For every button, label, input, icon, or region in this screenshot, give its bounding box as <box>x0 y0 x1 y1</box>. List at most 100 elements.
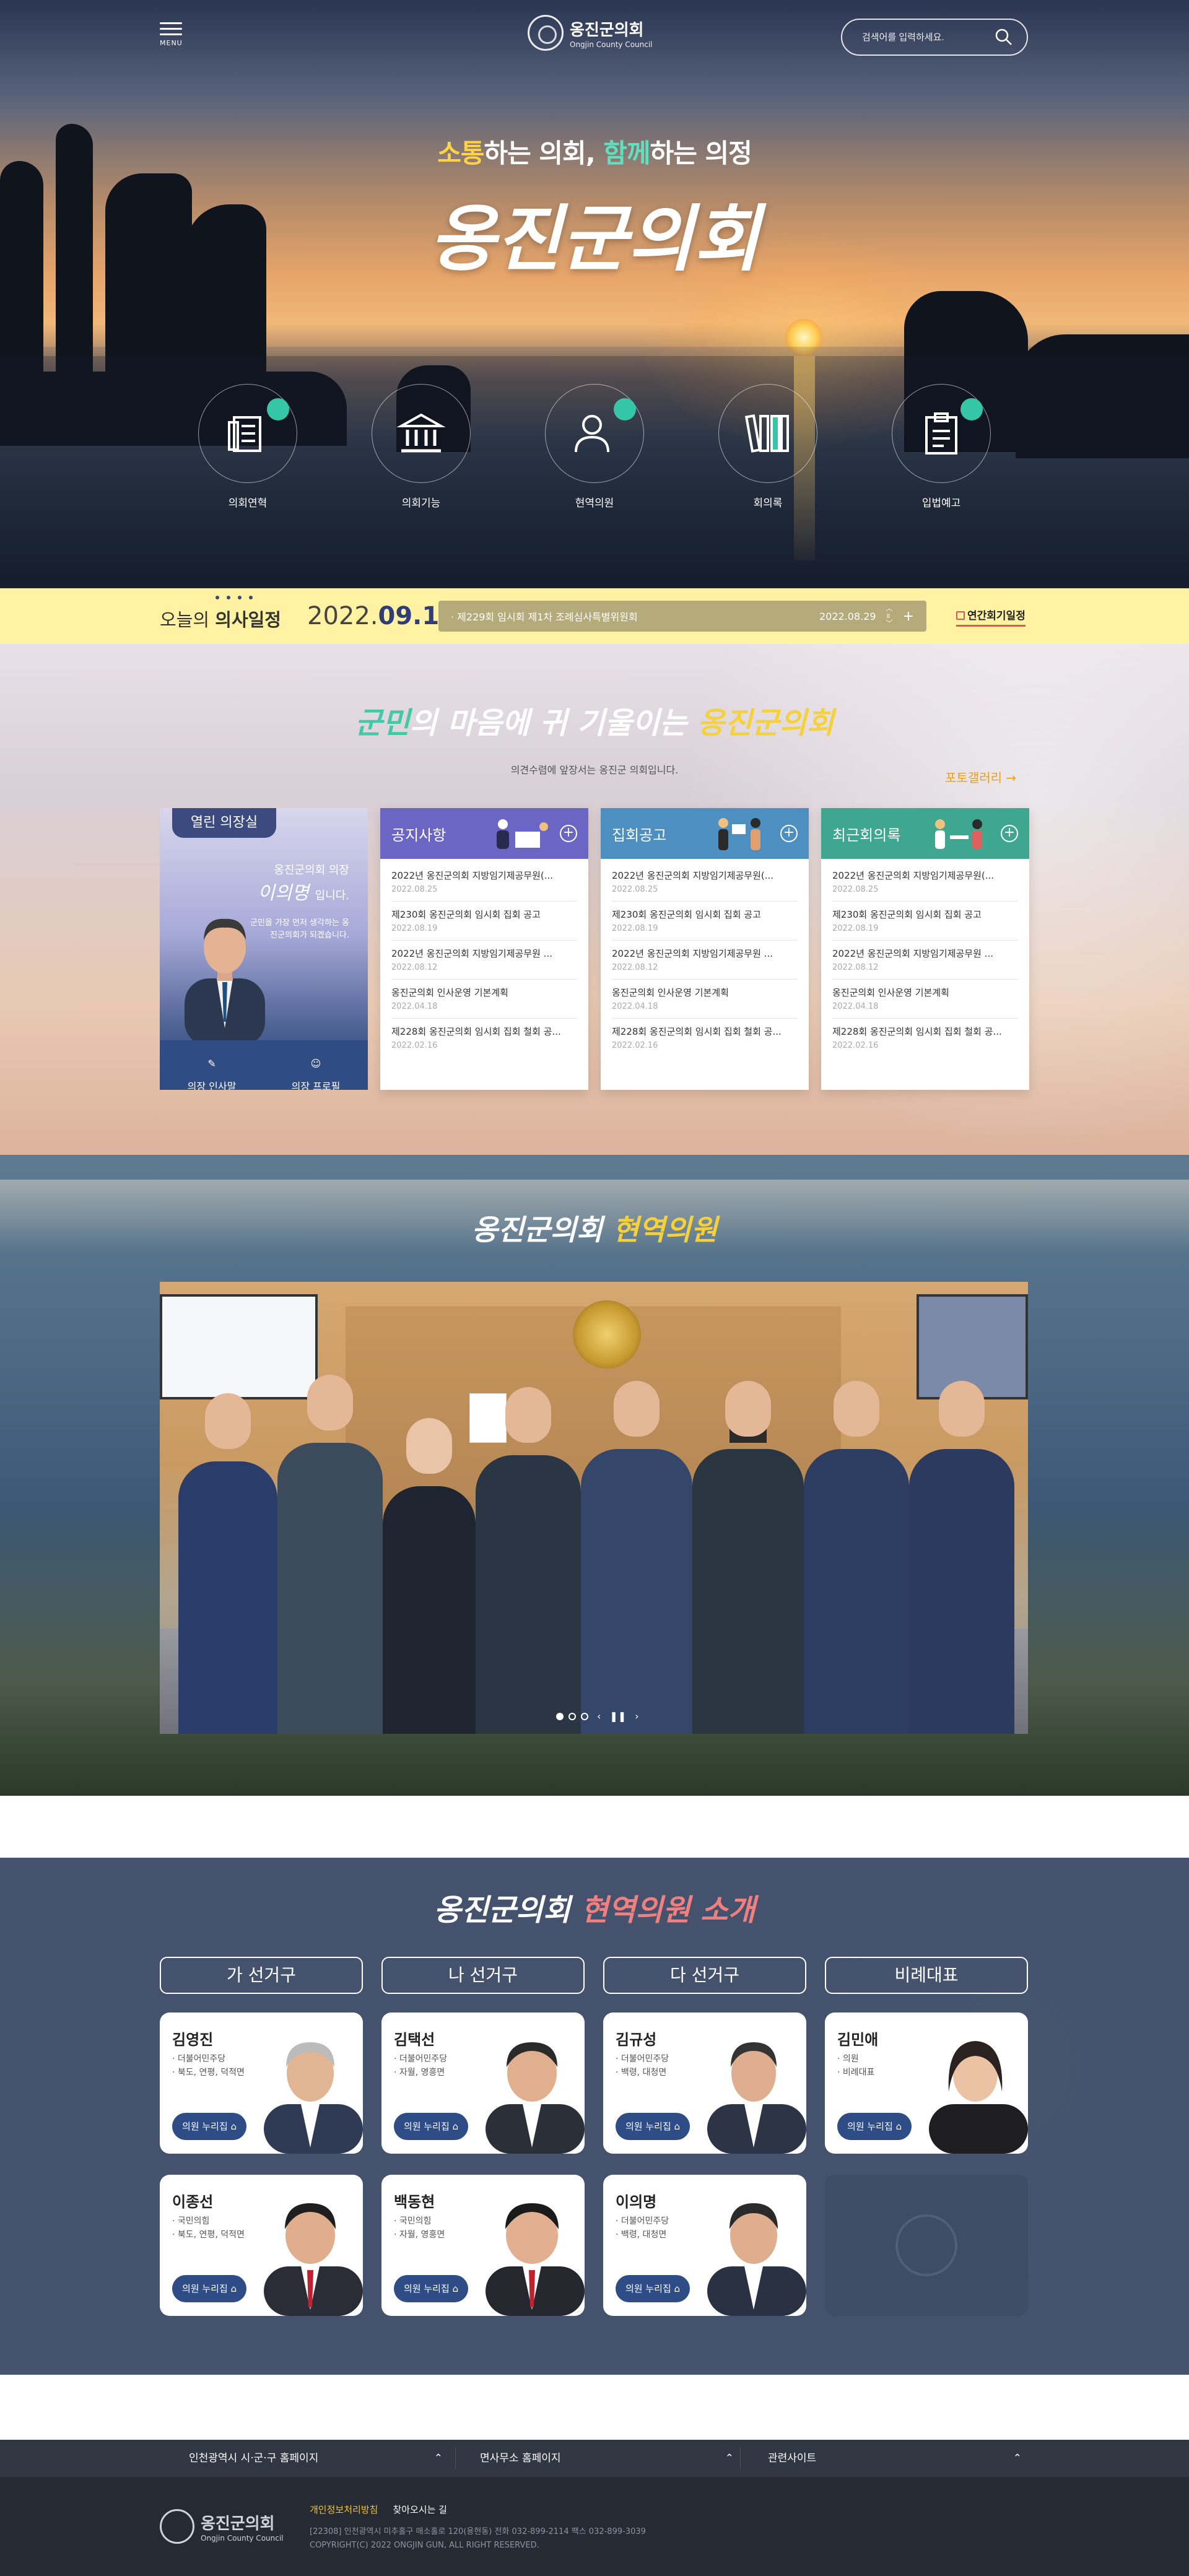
member-homepage-button[interactable]: 의원 누리집 ⌂ <box>616 2275 690 2302</box>
footer-link-related-sites[interactable]: 관련사이트 ⌃ <box>768 2440 1022 2477</box>
directions-link[interactable]: 찾아오시는 길 <box>393 2503 447 2516</box>
chairman-greeting-button[interactable]: ✎ 의장 인사말 <box>160 1040 264 1090</box>
member-info: · 국민의힘 · 북도, 연평, 덕적면 <box>172 2214 245 2242</box>
slider-prev-icon[interactable]: ‹ <box>597 1710 601 1722</box>
slider-pause-icon[interactable]: ❚❚ <box>609 1710 626 1722</box>
list-item[interactable]: 제230회 옹진군의회 임시회 집회 공고 2022.08.19 <box>391 902 577 941</box>
slider-dot-2[interactable] <box>568 1712 576 1720</box>
screen-left <box>160 1294 318 1399</box>
quick-link-function[interactable]: 의회기능 <box>365 384 477 510</box>
member-card: 이종선 · 국민의힘 · 북도, 연평, 덕적면 의원 누리집 ⌂ <box>160 2175 363 2316</box>
member-homepage-button[interactable]: 의원 누리집 ⌂ <box>394 2275 469 2302</box>
search-icon[interactable] <box>995 28 1013 46</box>
footer-link-incheon-sites[interactable]: 인천광역시 시·군·구 홈페이지 ⌃ <box>189 2440 443 2477</box>
empty-member-slot <box>825 2175 1028 2316</box>
member-name: 김규성 <box>616 2031 657 2048</box>
list-item[interactable]: 제230회 옹진군의회 임시회 집회 공고 2022.08.19 <box>612 902 798 941</box>
footer-link-township-sites[interactable]: 면사무소 홈페이지 ⌃ <box>480 2440 734 2477</box>
member-info: · 더불어민주당 · 백령, 대청면 <box>616 2052 669 2079</box>
list-item[interactable]: 제230회 옹진군의회 임시회 집회 공고 2022.08.19 <box>832 902 1018 941</box>
item-date: 2022.04.18 <box>391 1002 438 1011</box>
list-item[interactable]: 옹진군의회 인사운영 기본계획 2022.04.18 <box>612 980 798 1019</box>
menu-label: MENU <box>160 39 183 47</box>
list-item[interactable]: 2022년 옹진군의회 지방임기제공무원 ... 2022.08.12 <box>832 941 1018 980</box>
chevron-up-icon: ⌃ <box>725 2452 734 2465</box>
board-header-right: + <box>484 813 577 854</box>
slider-next-icon[interactable]: › <box>635 1710 638 1722</box>
photo-gallery-link[interactable]: 포토갤러리 → <box>945 768 1016 786</box>
list-item[interactable]: 제228회 옹진군의회 임시회 집회 철회 공... 2022.02.16 <box>612 1019 798 1057</box>
member-figure <box>692 1381 804 1734</box>
list-item[interactable]: 2022년 옹진군의회 지방임기제공무원(... 2022.08.25 <box>832 863 1018 902</box>
member-card: 김민애 · 의원 · 비례대표 의원 누리집 ⌂ <box>825 2012 1028 2154</box>
divider <box>740 2447 741 2469</box>
list-item[interactable]: 2022년 옹진군의회 지방임기제공무원(... 2022.08.25 <box>612 863 798 902</box>
list-item[interactable]: 2022년 옹진군의회 지방임기제공무원 ... 2022.08.12 <box>612 941 798 980</box>
intro-section-title: 옹진군의회 현역의원 소개 <box>0 1886 1189 1929</box>
title-part: 의 마음에 귀 기울이는 <box>409 706 697 741</box>
people-illustration-icon <box>935 819 982 849</box>
menu-button[interactable]: MENU <box>160 19 187 56</box>
board-title: 집회공고 <box>612 826 667 844</box>
board-card-notice: 공지사항 + 2022년 옹진군의회 지방임기제공무원(... 2022.08.2… <box>380 808 588 1090</box>
hero-section: MENU 옹진군의회 Ongjin County Council 소통하는 의회… <box>0 0 1189 588</box>
chairman-name-text: 이의명 <box>258 882 310 904</box>
building-icon <box>396 413 446 453</box>
site-logo[interactable]: 옹진군의회 Ongjin County Council <box>528 15 653 51</box>
member-homepage-button[interactable]: 의원 누리집 ⌂ <box>172 2275 247 2302</box>
list-item[interactable]: 제228회 옹진군의회 임시회 집회 철회 공... 2022.02.16 <box>832 1019 1018 1057</box>
quick-link-history[interactable]: 의회연혁 <box>192 384 303 510</box>
member-name: 백동현 <box>394 2193 435 2211</box>
member-homepage-button[interactable]: 의원 누리집 ⌂ <box>837 2113 912 2140</box>
list-item[interactable]: 2022년 옹진군의회 지방임기제공무원(... 2022.08.25 <box>391 863 577 902</box>
member-party: · 의원 <box>837 2054 859 2064</box>
item-date: 2022.08.19 <box>391 924 438 933</box>
hero-slogan: 소통하는 의회, 함께하는 의정 <box>0 133 1189 170</box>
chairman-profile-button[interactable]: ☺ 의장 프로필 <box>264 1040 368 1090</box>
item-title: 옹진군의회 인사운영 기본계획 <box>612 987 729 998</box>
list-item[interactable]: 제228회 옹진군의회 임시회 집회 철회 공... 2022.02.16 <box>391 1019 577 1057</box>
slider-dot-3[interactable] <box>581 1712 588 1720</box>
list-item[interactable]: 옹진군의회 인사운영 기본계획 2022.04.18 <box>832 980 1018 1019</box>
list-item[interactable]: 2022년 옹진군의회 지방임기제공무원 ... 2022.08.12 <box>391 941 577 980</box>
quick-link-circle <box>718 384 817 483</box>
quick-link-members[interactable]: 현역의원 <box>539 384 650 510</box>
schedule-label-main: 의사일정 <box>215 609 281 630</box>
list-item[interactable]: 옹진군의회 인사운영 기본계획 2022.04.18 <box>391 980 577 1019</box>
member-name: 이종선 <box>172 2193 214 2211</box>
annual-schedule-link[interactable]: 연간회기일정 <box>956 607 1026 627</box>
district-tab-ga[interactable]: 가 선거구 <box>160 1957 363 1994</box>
board-header: 최근회의록 + <box>821 808 1029 859</box>
item-date: 2022.08.25 <box>391 885 438 894</box>
quick-link-label: 입법예고 <box>921 497 961 510</box>
quick-link-minutes[interactable]: 회의록 <box>712 384 824 510</box>
member-area: · 자월, 영흥면 <box>394 2230 445 2240</box>
members-photo-slider[interactable]: ‹ ❚❚ › <box>160 1282 1028 1734</box>
chevron-up-icon: ⌃ <box>1013 2452 1022 2465</box>
privacy-policy-link[interactable]: 개인정보처리방침 <box>310 2503 378 2516</box>
more-plus-icon[interactable]: + <box>780 825 798 842</box>
district-tab-na[interactable]: 나 선거구 <box>381 1957 585 1994</box>
member-homepage-button[interactable]: 의원 누리집 ⌂ <box>616 2113 690 2140</box>
more-plus-icon[interactable]: + <box>560 825 577 842</box>
slogan-part: 하는 의회, <box>484 138 604 168</box>
district-tab-proportional[interactable]: 비례대표 <box>825 1957 1028 1994</box>
annual-schedule-label: 연간회기일정 <box>967 610 1026 622</box>
search-input[interactable] <box>862 32 986 43</box>
chairman-name-suffix: 입니다. <box>315 889 349 902</box>
more-plus-icon[interactable]: + <box>1001 825 1018 842</box>
slider-dot-1[interactable] <box>556 1712 564 1720</box>
chairman-title: 옹진군의회 의장 <box>274 864 349 877</box>
title-part: 옹진군의회 <box>433 1893 581 1928</box>
member-name: 김택선 <box>394 2031 435 2048</box>
district-tab-da[interactable]: 다 선거구 <box>603 1957 806 1994</box>
quick-link-legislative-notice[interactable]: 입법예고 <box>886 384 997 510</box>
member-homepage-button[interactable]: 의원 누리집 ⌂ <box>394 2113 469 2140</box>
plus-icon[interactable]: + <box>903 609 914 624</box>
slogan-part: 함께 <box>603 138 650 168</box>
member-homepage-button[interactable]: 의원 누리집 ⌂ <box>172 2113 247 2140</box>
footer-logo-title: 옹진군의회 <box>201 2514 275 2533</box>
chevron-down-icon[interactable]: ﹀ <box>886 620 893 627</box>
member-photo <box>929 2041 1028 2154</box>
schedule-ticker[interactable]: · 제229회 임시회 제1차 조례심사특별위원회 2022.08.29 ︿ ॥… <box>438 601 926 632</box>
